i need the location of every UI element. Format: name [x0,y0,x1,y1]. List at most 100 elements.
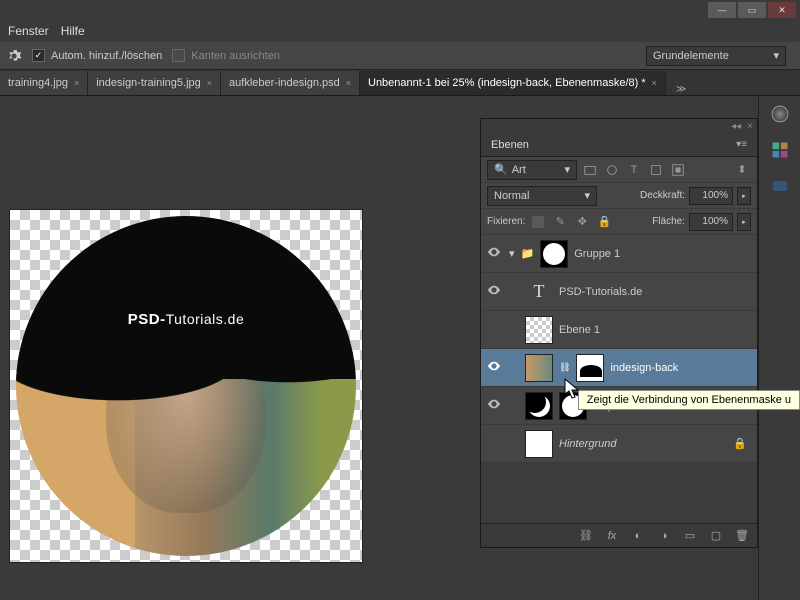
chevron-down-icon: ▾ [584,189,590,202]
close-icon[interactable]: × [74,78,79,88]
filter-shape-icon[interactable] [647,161,665,179]
visibility-toggle[interactable] [485,285,503,298]
close-button[interactable]: ✕ [768,2,796,18]
lock-icon[interactable]: 🔒 [733,437,747,450]
group-button[interactable]: ▭ [681,527,699,545]
layer-thumb[interactable] [525,354,553,382]
opacity-arrow[interactable]: ▸ [737,187,751,205]
lock-all-icon[interactable]: 🔒 [595,213,613,231]
window-titlebar: — ▭ ✕ [0,0,800,20]
tooltip: Zeigt die Verbindung von Ebenenmaske u [578,390,800,410]
delete-layer-button[interactable]: 🗑 [733,527,751,545]
layer-name[interactable]: Hintergrund [559,438,616,450]
layer-thumb[interactable] [525,316,553,344]
fill-input[interactable]: 100% [689,213,733,231]
lock-label: Fixieren: [487,216,525,227]
document-tab-bar: training4.jpg× indesign-training5.jpg× a… [0,70,800,96]
layer-name[interactable]: indesign-back [610,362,678,374]
minimize-button[interactable]: — [708,2,736,18]
panel-menu-icon[interactable]: ▾≡ [736,139,747,150]
new-layer-button[interactable]: ▢ [707,527,725,545]
panel-tab-bar: Ebenen ▾≡ [481,133,757,157]
tab-aufkleber[interactable]: aufkleber-indesign.psd× [221,71,360,95]
tab-training5[interactable]: indesign-training5.jpg× [88,71,221,95]
mask-thumb[interactable] [576,354,604,382]
close-icon[interactable]: × [346,78,351,88]
fill-label: Fläche: [652,216,685,227]
disclosure-triangle-icon[interactable]: ▾ [509,247,515,260]
chevron-down-icon: ▾ [773,49,779,62]
tab-overflow-button[interactable]: ≫ [670,84,692,95]
layer-name[interactable]: Ebene 1 [559,324,600,336]
opacity-input[interactable]: 100% [689,187,733,205]
link-icon[interactable]: ⛓ [559,362,570,373]
lock-transparent-icon[interactable] [529,213,547,231]
psd-text-layer: PSD-Tutorials.de [128,311,244,328]
layers-panel-icon[interactable] [770,176,790,196]
swatches-icon[interactable] [770,140,790,160]
fill-arrow[interactable]: ▸ [737,213,751,231]
panel-title[interactable]: Ebenen [491,139,529,151]
folder-icon: 📁 [521,247,535,260]
tab-unbenannt[interactable]: Unbenannt-1 bei 25% (indesign-back, Eben… [360,71,666,95]
close-icon[interactable]: × [652,78,657,88]
auto-add-label: Autom. hinzuf./löschen [51,50,162,62]
link-layers-button[interactable]: ⛓ [577,527,595,545]
opacity-label: Deckkraft: [640,190,685,201]
workspace-label: Grundelemente [653,50,729,62]
gear-icon[interactable] [6,48,22,64]
layer-list: ▾ 📁 Gruppe 1 T PSD-Tutorials.de Ebene 1 … [481,235,757,523]
blend-opacity-row: Normal ▾ Deckkraft: 100% ▸ [481,183,757,209]
layer-group[interactable]: ▾ 📁 Gruppe 1 [481,235,757,273]
panel-collapse-row: ◂◂ × [481,119,757,133]
close-icon[interactable]: × [207,78,212,88]
type-layer-icon: T [525,281,553,302]
tab-training4[interactable]: training4.jpg× [0,71,88,95]
layer-filter-row: 🔍 Art ▾ T ⬍ [481,157,757,183]
group-mask-thumb[interactable] [540,240,568,268]
layers-panel-footer: ⛓ fx ◐ ◑ ▭ ▢ 🗑 [481,523,757,547]
visibility-toggle[interactable] [485,247,503,260]
options-bar: ✓ Autom. hinzuf./löschen Kanten ausricht… [0,42,800,70]
menu-bar: Fenster Hilfe [0,20,800,42]
layers-panel: ◂◂ × Ebenen ▾≡ 🔍 Art ▾ T ⬍ Normal ▾ Deck… [480,118,758,548]
maximize-button[interactable]: ▭ [738,2,766,18]
layer-thumb[interactable] [525,392,553,420]
visibility-toggle[interactable] [485,399,503,412]
panel-close-icon[interactable]: × [747,121,753,132]
collapse-icon[interactable]: ◂◂ [731,121,741,132]
filter-pixel-icon[interactable] [581,161,599,179]
menu-fenster[interactable]: Fenster [8,24,49,38]
align-edges-checkbox[interactable]: Kanten ausrichten [172,49,280,62]
blend-mode-select[interactable]: Normal ▾ [487,186,597,206]
filter-adjust-icon[interactable] [603,161,621,179]
lock-paint-icon[interactable]: ✎ [551,213,569,231]
layer-ebene1[interactable]: Ebene 1 [481,311,757,349]
chevron-down-icon: ▾ [564,163,570,176]
filter-type-icon[interactable]: T [625,161,643,179]
artwork-circle: PSD-Tutorials.de [16,216,356,556]
filter-smart-icon[interactable] [669,161,687,179]
auto-add-checkbox[interactable]: ✓ Autom. hinzuf./löschen [32,49,162,62]
layer-name[interactable]: Gruppe 1 [574,248,620,260]
right-icon-sidebar [758,96,800,600]
layer-indesign-back[interactable]: ⛓ indesign-back [481,349,757,387]
lock-position-icon[interactable]: ✥ [573,213,591,231]
lock-fill-row: Fixieren: ✎ ✥ 🔒 Fläche: 100% ▸ [481,209,757,235]
workspace-dropdown[interactable]: Grundelemente ▾ [646,46,786,66]
filter-type-select[interactable]: 🔍 Art ▾ [487,160,577,180]
search-icon: 🔍 [494,163,508,176]
visibility-toggle[interactable] [485,361,503,374]
layer-mask-button[interactable]: ◐ [629,527,647,545]
layer-background[interactable]: Hintergrund 🔒 [481,425,757,463]
layer-name[interactable]: PSD-Tutorials.de [559,286,642,298]
layer-text[interactable]: T PSD-Tutorials.de [481,273,757,311]
layer-thumb[interactable] [525,430,553,458]
align-edges-label: Kanten ausrichten [191,50,280,62]
layer-style-button[interactable]: fx [603,527,621,545]
adjustment-layer-button[interactable]: ◑ [655,527,673,545]
filter-toggle-switch[interactable]: ⬍ [733,161,751,179]
document-canvas[interactable]: PSD-Tutorials.de [10,210,362,562]
color-wheel-icon[interactable] [770,104,790,124]
menu-hilfe[interactable]: Hilfe [61,24,85,38]
